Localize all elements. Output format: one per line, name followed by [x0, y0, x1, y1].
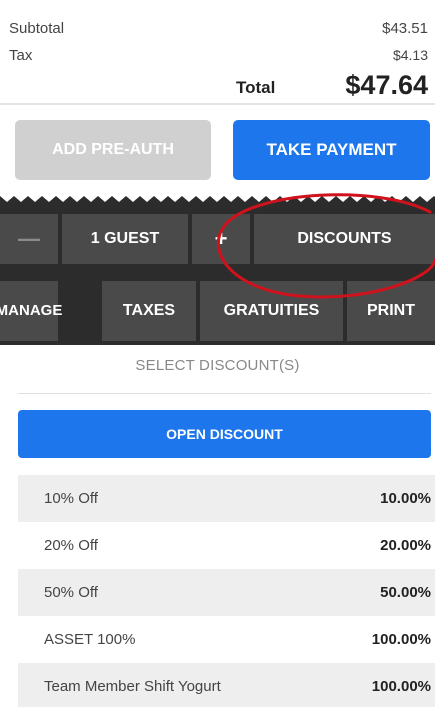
total-label: Total: [236, 78, 276, 97]
order-toolbar: — 1 GUEST + DISCOUNTS MANAG E TAXES GRAT…: [0, 190, 435, 345]
discount-item-10-off[interactable]: 10% Off 10.00%: [18, 475, 435, 522]
take-payment-button[interactable]: TAKE PAYMENT: [233, 120, 430, 180]
select-discounts-title: SELECT DISCOUNT(S): [135, 357, 300, 374]
guest-count: 1 GUEST: [62, 214, 188, 264]
discount-item-asset-100[interactable]: ASSET 100% 100.00%: [18, 616, 435, 663]
divider: [0, 103, 435, 105]
add-pre-auth-button[interactable]: ADD PRE-AUTH: [15, 120, 211, 180]
discount-name: Team Member Shift Yogurt: [44, 678, 221, 695]
discount-item-20-off[interactable]: 20% Off 20.00%: [18, 522, 435, 569]
manage-button[interactable]: MANAG E: [0, 281, 62, 341]
discount-value: 10.00%: [380, 490, 431, 507]
tax-value: $4.13: [392, 47, 428, 63]
zigzag-edge: [0, 190, 435, 202]
discount-value: 100.00%: [371, 678, 431, 695]
discount-value: 20.00%: [380, 537, 431, 554]
discount-name: 50% Off: [44, 584, 98, 601]
discount-list: 10% Off 10.00% 20% Off 20.00% 50% Off 50…: [18, 475, 435, 707]
order-totals: Subtotal $43.51 Tax $4.13 Total $47.64: [0, 0, 435, 104]
discounts-button[interactable]: DISCOUNTS: [254, 214, 435, 264]
subtotal-label: Subtotal: [9, 20, 65, 37]
tax-label: Tax: [9, 47, 33, 64]
discount-item-team-member-shift-yogurt[interactable]: Team Member Shift Yogurt 100.00%: [18, 663, 435, 707]
manage-label-line2: E: [52, 302, 63, 319]
gratuities-button[interactable]: GRATUITIES: [200, 281, 343, 341]
increase-guest-button[interactable]: +: [192, 214, 250, 264]
subtotal-value: $43.51: [382, 20, 428, 37]
taxes-button[interactable]: TAXES: [102, 281, 196, 341]
print-button[interactable]: PRINT: [347, 281, 435, 341]
discount-name: 20% Off: [44, 537, 98, 554]
discount-item-50-off[interactable]: 50% Off 50.00%: [18, 569, 435, 616]
decrease-guest-button[interactable]: —: [0, 214, 58, 264]
discount-name: 10% Off: [44, 490, 98, 507]
open-discount-button[interactable]: OPEN DISCOUNT: [18, 410, 431, 458]
discount-value: 100.00%: [371, 631, 431, 648]
total-value: $47.64: [345, 70, 428, 100]
manage-label-line1: MANAG: [0, 302, 53, 319]
divider: [18, 393, 431, 394]
discount-name: ASSET 100%: [44, 631, 136, 648]
discount-value: 50.00%: [380, 584, 431, 601]
